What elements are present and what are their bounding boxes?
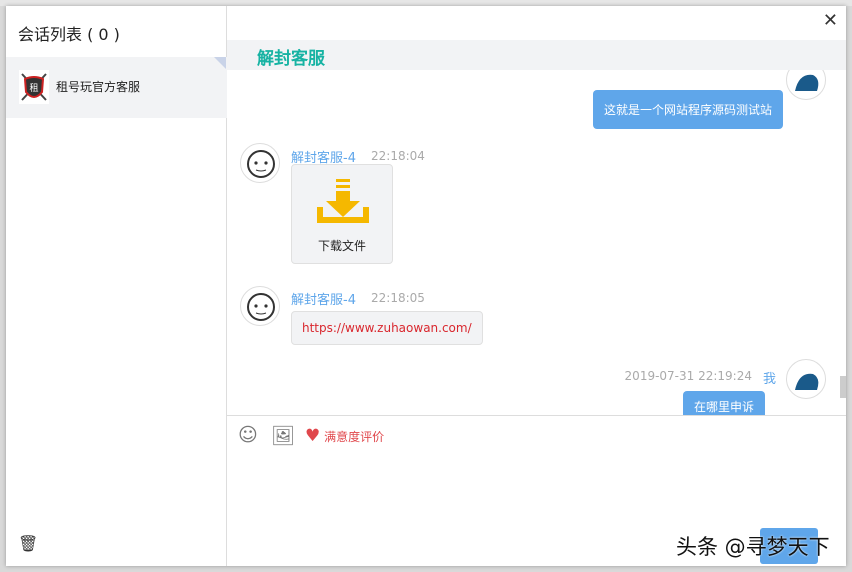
message-link[interactable]: https://www.zuhaowan.com/ — [291, 311, 483, 345]
conversation-list-panel: 会话列表 ( 0 ) 租 租号玩官方客服 🗑 — [6, 6, 227, 566]
chat-header: 解封客服 — [227, 40, 846, 70]
message-time: 2019-07-31 22:19:24 — [624, 369, 752, 383]
conversation-name: 租号玩官方客服 — [56, 80, 141, 94]
image-icon[interactable]: 🖼 — [271, 424, 295, 447]
shield-logo-avatar: 租 — [19, 70, 49, 104]
sender-name: 我 — [762, 372, 776, 387]
message-time: 22:18:04 — [371, 149, 425, 163]
emoji-icon[interactable]: ☺ — [238, 424, 258, 446]
scrollbar[interactable] — [840, 376, 846, 398]
rating-button[interactable]: ♥ 满意度评价 — [305, 426, 384, 446]
my-message-bubble: 在哪里申诉 — [682, 391, 765, 415]
message-time: 22:18:05 — [371, 291, 425, 305]
chat-title: 解封客服 — [257, 49, 325, 69]
agent-name: 解封客服-4 — [291, 293, 356, 308]
rating-label: 满意度评价 — [324, 430, 385, 444]
message-list[interactable]: 这就是一个网站程序源码测试站 解封客服-4 22:18:04 下载文件 解封客服… — [227, 70, 846, 415]
file-download-card[interactable]: 下载文件 — [291, 164, 393, 264]
chat-window: 会话列表 ( 0 ) 租 租号玩官方客服 🗑 ✕ 解封客服 这就是一个网站程序源… — [6, 6, 846, 566]
my-message-bubble: 这就是一个网站程序源码测试站 — [592, 90, 783, 129]
chat-panel: ✕ 解封客服 这就是一个网站程序源码测试站 解封客服-4 22:18:04 下载… — [227, 6, 846, 566]
conversation-item[interactable]: 租 租号玩官方客服 — [6, 57, 227, 118]
user-avatar — [786, 70, 826, 100]
close-icon[interactable]: ✕ — [823, 10, 838, 31]
heart-icon: ♥ — [305, 426, 321, 446]
agent-avatar — [240, 286, 280, 326]
user-avatar — [786, 359, 826, 399]
download-icon — [317, 179, 369, 223]
selection-marker — [214, 57, 226, 69]
svg-text:租: 租 — [29, 83, 38, 94]
file-label: 下载文件 — [317, 239, 366, 253]
agent-avatar — [240, 143, 280, 183]
conversation-list-title: 会话列表 ( 0 ) — [18, 25, 120, 44]
trash-icon[interactable]: 🗑 — [18, 534, 38, 553]
watermark: 头条 @寻梦天下 — [676, 535, 830, 559]
